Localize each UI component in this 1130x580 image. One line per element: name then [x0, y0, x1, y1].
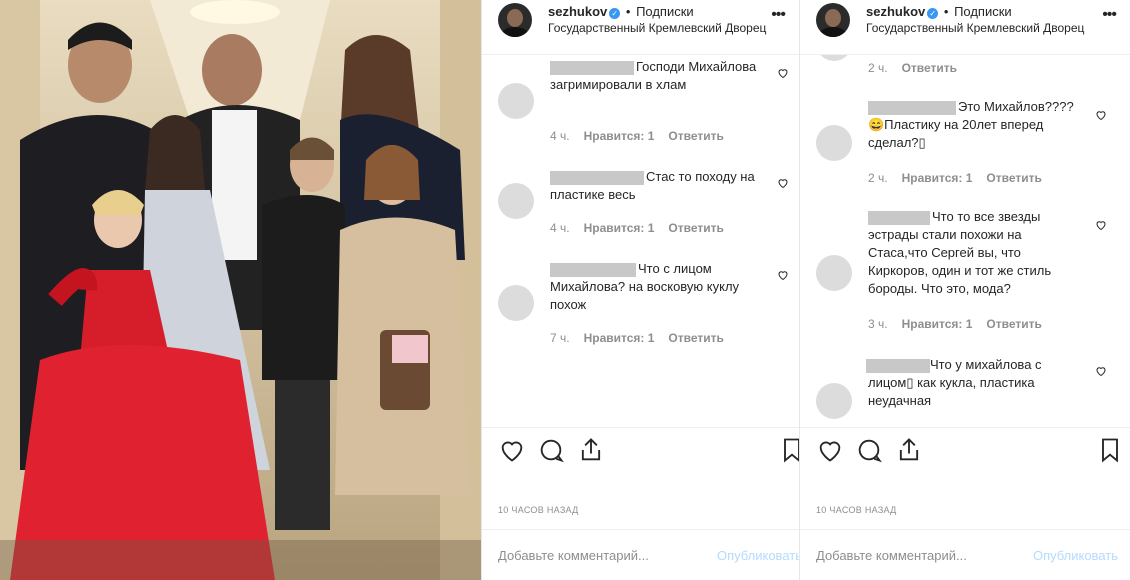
- verified-icon: ✓: [927, 8, 939, 19]
- comment-bubble-icon[interactable]: [537, 436, 565, 464]
- separator-dot: •: [943, 4, 949, 19]
- location-link[interactable]: Государственный Кремлевский Дворец: [548, 21, 766, 35]
- comment-time: 2 ч.: [868, 171, 888, 185]
- comment-time: 7 ч.: [550, 331, 570, 345]
- separator-dot: •: [625, 4, 631, 19]
- commenter-avatar[interactable]: [816, 255, 852, 291]
- reply-button[interactable]: Ответить: [986, 171, 1041, 185]
- comments-list[interactable]: 2 ч. Ответить Это Михайлов???? 😄Пластику …: [800, 55, 1130, 427]
- reply-button[interactable]: Ответить: [668, 221, 723, 235]
- following-button[interactable]: Подписки: [636, 4, 694, 19]
- actions-divider: [482, 427, 799, 428]
- like-comment-heart-icon[interactable]: [777, 269, 789, 281]
- like-comment-heart-icon[interactable]: [1095, 365, 1107, 377]
- family-photo-illustration: [0, 0, 481, 580]
- commenter-avatar[interactable]: [498, 285, 534, 321]
- post-time-ago: 10 ЧАСОВ НАЗАД: [498, 505, 579, 515]
- comment-likes[interactable]: Нравится: 1: [584, 129, 655, 143]
- comment-input[interactable]: Добавьте комментарий...: [498, 548, 649, 563]
- post-header: sezhukov ✓ • Подписки Государственный Кре…: [800, 0, 1130, 42]
- comment-time: 2 ч.: [868, 61, 888, 75]
- post-photo[interactable]: [0, 0, 481, 580]
- share-icon[interactable]: [895, 436, 923, 464]
- commenter-avatar[interactable]: [816, 55, 852, 61]
- comment-likes[interactable]: Нравится: 1: [902, 317, 973, 331]
- verified-icon: ✓: [609, 8, 621, 19]
- like-heart-icon[interactable]: [816, 436, 844, 464]
- comment-text: Что с лицом Михайлова? на восковую куклу…: [550, 261, 740, 312]
- comment-text: Господи Михайлова загримировали в хлам: [550, 59, 757, 92]
- comment-likes[interactable]: Нравится: 1: [584, 331, 655, 345]
- like-comment-heart-icon[interactable]: [777, 177, 789, 189]
- post-panel-left: sezhukov ✓ • Подписки Государственный Кре…: [481, 0, 802, 580]
- reply-button[interactable]: Ответить: [668, 129, 723, 143]
- comment-text: Что то все звезды эстрады стали похожи н…: [868, 209, 1052, 296]
- comment-likes[interactable]: Нравится: 1: [902, 171, 973, 185]
- actions-divider: [800, 427, 1130, 428]
- author-username[interactable]: sezhukov: [548, 4, 607, 19]
- comment-time: 4 ч.: [550, 129, 570, 143]
- comment-input-divider: [800, 529, 1130, 530]
- author-avatar[interactable]: [498, 3, 532, 37]
- save-bookmark-icon[interactable]: [1096, 436, 1124, 464]
- like-comment-heart-icon[interactable]: [1095, 219, 1107, 231]
- comment-text: Это Михайлов???? 😄Пластику на 20лет впер…: [868, 99, 1074, 150]
- author-avatar[interactable]: [816, 3, 850, 37]
- commenter-avatar[interactable]: [498, 83, 534, 119]
- reply-button[interactable]: Ответить: [668, 331, 723, 345]
- like-comment-heart-icon[interactable]: [1095, 109, 1107, 121]
- post-actions: [482, 436, 800, 468]
- comment-time: 4 ч.: [550, 221, 570, 235]
- commenter-avatar[interactable]: [816, 383, 852, 419]
- comment-likes[interactable]: Нравится: 1: [584, 221, 655, 235]
- reply-button[interactable]: Ответить: [902, 61, 957, 75]
- comment-text: Стас то походу на пластике весь: [550, 169, 755, 202]
- author-username[interactable]: sezhukov: [866, 4, 925, 19]
- comment-input[interactable]: Добавьте комментарий...: [816, 548, 967, 563]
- commenter-avatar[interactable]: [498, 183, 534, 219]
- comment-input-divider: [482, 529, 799, 530]
- comment-bubble-icon[interactable]: [855, 436, 883, 464]
- post-panel-right: sezhukov ✓ • Подписки Государственный Кре…: [799, 0, 1130, 580]
- commenter-avatar[interactable]: [816, 125, 852, 161]
- comment-time: 3 ч.: [868, 317, 888, 331]
- comment-text: Что у михайлова с лицом▯ как кукла, плас…: [868, 357, 1042, 408]
- reply-button[interactable]: Ответить: [986, 317, 1041, 331]
- following-button[interactable]: Подписки: [954, 4, 1012, 19]
- more-options-icon[interactable]: •••: [1102, 6, 1117, 24]
- post-time-ago: 10 ЧАСОВ НАЗАД: [816, 505, 897, 515]
- publish-button[interactable]: Опубликовать: [717, 548, 802, 563]
- like-heart-icon[interactable]: [498, 436, 526, 464]
- post-header: sezhukov ✓ • Подписки Государственный Кре…: [482, 0, 799, 42]
- comments-list[interactable]: Господи Михайлова загримировали в хлам 4…: [482, 55, 799, 427]
- post-actions: [800, 436, 1130, 468]
- more-options-icon[interactable]: •••: [771, 6, 786, 24]
- location-link[interactable]: Государственный Кремлевский Дворец: [866, 21, 1084, 35]
- publish-button[interactable]: Опубликовать: [1033, 548, 1118, 563]
- like-comment-heart-icon[interactable]: [777, 67, 789, 79]
- share-icon[interactable]: [577, 436, 605, 464]
